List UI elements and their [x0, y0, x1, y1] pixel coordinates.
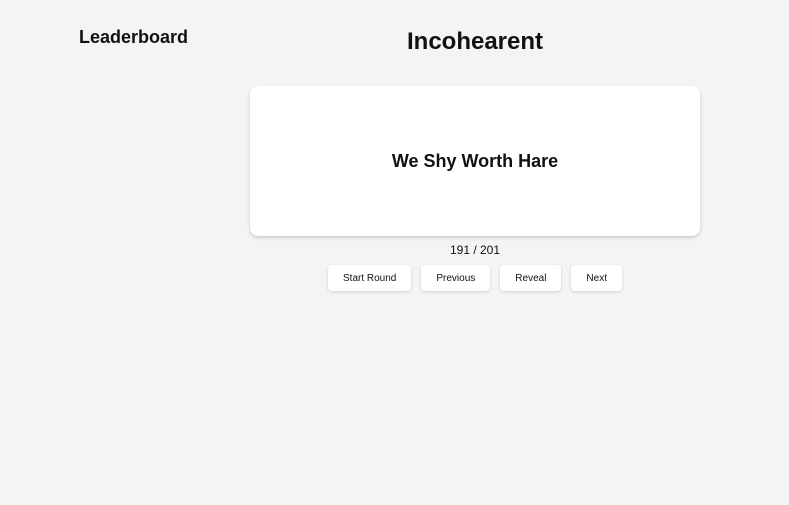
leaderboard-title: Leaderboard	[79, 27, 189, 47]
previous-button[interactable]: Previous	[421, 265, 491, 291]
next-button[interactable]: Next	[571, 265, 622, 291]
phrase-text: We Shy Worth Hare	[391, 151, 559, 171]
app-page: Leaderboard Incohearent We Shy Worth Har…	[0, 0, 789, 505]
card-counter: 191 / 201	[449, 243, 501, 257]
game-title: Incohearent	[406, 28, 544, 55]
start-round-button[interactable]: Start Round	[328, 265, 412, 291]
controls-bar: Start Round Previous Reveal Next	[250, 265, 700, 291]
phrase-card: We Shy Worth Hare	[250, 86, 700, 236]
reveal-button[interactable]: Reveal	[500, 265, 562, 291]
leaderboard-panel: Leaderboard	[79, 26, 239, 48]
